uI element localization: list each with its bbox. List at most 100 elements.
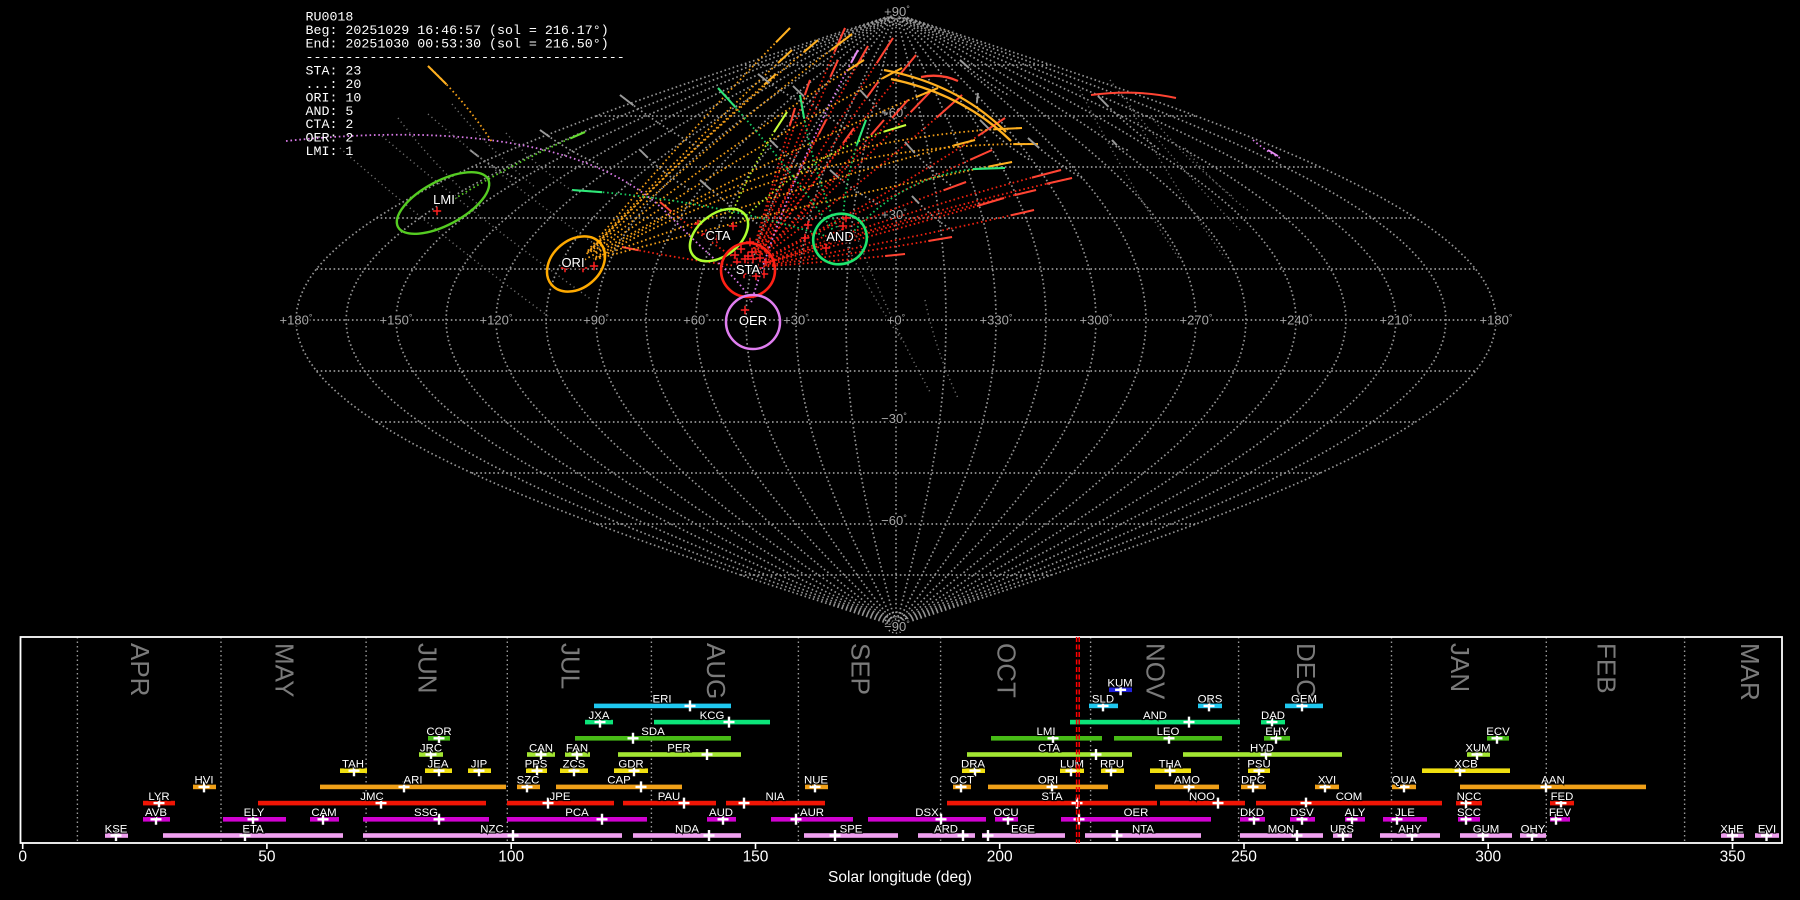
svg-text:SZC: SZC xyxy=(517,775,540,787)
svg-text:FEV: FEV xyxy=(1549,807,1572,819)
svg-text:TAH: TAH xyxy=(342,759,364,771)
svg-text:FED: FED xyxy=(1551,791,1574,803)
svg-text:JUN: JUN xyxy=(413,643,443,694)
svg-text:PCA: PCA xyxy=(565,807,589,819)
svg-text:AUG: AUG xyxy=(701,643,731,699)
svg-text:+180°: +180° xyxy=(280,313,313,328)
svg-text:SCC: SCC xyxy=(1457,807,1481,819)
svg-text:NUE: NUE xyxy=(804,775,828,787)
svg-text:AAN: AAN xyxy=(1541,775,1564,787)
svg-text:HVI: HVI xyxy=(195,775,214,787)
svg-text:DAD: DAD xyxy=(1261,710,1285,722)
svg-text:JPE: JPE xyxy=(550,791,571,803)
svg-text:200: 200 xyxy=(987,849,1013,866)
svg-text:AND: AND xyxy=(826,229,853,244)
svg-text:50: 50 xyxy=(258,849,276,866)
svg-text:APR: APR xyxy=(125,643,155,696)
svg-text:COM: COM xyxy=(1336,791,1363,803)
svg-text:PSU: PSU xyxy=(1247,759,1270,771)
svg-text:ERI: ERI xyxy=(653,694,672,706)
svg-text:OER: OER xyxy=(739,313,767,328)
svg-text:0: 0 xyxy=(18,849,27,866)
svg-text:NOO: NOO xyxy=(1189,791,1215,803)
svg-text:LUM: LUM xyxy=(1060,759,1084,771)
svg-text:JLE: JLE xyxy=(1395,807,1415,819)
svg-text:PAU: PAU xyxy=(658,791,681,803)
svg-text:CAM: CAM xyxy=(311,807,336,819)
svg-text:ALY: ALY xyxy=(1345,807,1366,819)
svg-text:ORS: ORS xyxy=(1198,694,1223,706)
svg-text:OER: OER xyxy=(1124,807,1149,819)
svg-text:150: 150 xyxy=(743,849,769,866)
svg-text:LMI: 1: LMI: 1 xyxy=(306,144,354,159)
svg-text:JEA: JEA xyxy=(428,759,449,771)
svg-text:JMC: JMC xyxy=(360,791,383,803)
svg-text:GDR: GDR xyxy=(618,759,643,771)
svg-text:XHE: XHE xyxy=(1720,823,1744,835)
svg-text:250: 250 xyxy=(1231,849,1257,866)
svg-text:Solar longitude (deg): Solar longitude (deg) xyxy=(828,869,972,886)
svg-text:350: 350 xyxy=(1720,849,1746,866)
svg-text:NZC: NZC xyxy=(480,823,503,835)
svg-text:CTA: CTA xyxy=(1038,742,1060,754)
svg-text:DPC: DPC xyxy=(1241,775,1265,787)
svg-text:JAN: JAN xyxy=(1445,643,1475,692)
svg-text:+150°: +150° xyxy=(380,313,413,328)
svg-text:OCT: OCT xyxy=(950,775,974,787)
svg-text:MAY: MAY xyxy=(270,643,300,697)
svg-text:ETA: ETA xyxy=(242,823,264,835)
svg-text:DSX: DSX xyxy=(915,807,939,819)
svg-text:SSG: SSG xyxy=(414,807,438,819)
svg-text:EHY: EHY xyxy=(1265,726,1289,738)
svg-text:THA: THA xyxy=(1159,759,1182,771)
svg-text:OCT: OCT xyxy=(992,643,1022,698)
svg-text:DSV: DSV xyxy=(1290,807,1314,819)
svg-text:DKD: DKD xyxy=(1240,807,1264,819)
svg-text:QUA: QUA xyxy=(1392,775,1417,787)
svg-text:RPU: RPU xyxy=(1100,759,1124,771)
svg-text:NOV: NOV xyxy=(1141,643,1171,700)
svg-text:SDA: SDA xyxy=(641,726,665,738)
svg-text:DEC: DEC xyxy=(1291,643,1321,698)
svg-text:LMI: LMI xyxy=(1037,726,1056,738)
svg-text:CAP: CAP xyxy=(607,775,630,787)
svg-text:XUM: XUM xyxy=(1465,742,1490,754)
svg-text:GUM: GUM xyxy=(1473,823,1500,835)
svg-text:KSE: KSE xyxy=(105,823,128,835)
svg-text:LYR: LYR xyxy=(148,791,169,803)
svg-text:OHY: OHY xyxy=(1521,823,1546,835)
svg-text:JRC: JRC xyxy=(420,742,442,754)
svg-text:PER: PER xyxy=(667,742,690,754)
svg-text:FAN: FAN xyxy=(566,742,588,754)
svg-text:AHY: AHY xyxy=(1398,823,1422,835)
svg-text:AMO: AMO xyxy=(1174,775,1200,787)
svg-text:+300°: +300° xyxy=(1080,313,1113,328)
svg-text:NCC: NCC xyxy=(1457,791,1482,803)
svg-text:PPS: PPS xyxy=(525,759,548,771)
svg-text:EVI: EVI xyxy=(1758,823,1776,835)
svg-text:KCG: KCG xyxy=(700,710,725,722)
svg-text:MON: MON xyxy=(1268,823,1295,835)
svg-text:OCU: OCU xyxy=(993,807,1018,819)
svg-text:EGE: EGE xyxy=(1011,823,1035,835)
svg-text:SEP: SEP xyxy=(846,643,876,695)
svg-text:DRA: DRA xyxy=(961,759,985,771)
svg-text:STA: STA xyxy=(1041,791,1063,803)
svg-text:ORI: ORI xyxy=(561,255,584,270)
svg-text:FEB: FEB xyxy=(1592,643,1622,694)
svg-text:URS: URS xyxy=(1330,823,1354,835)
svg-text:JIP: JIP xyxy=(471,759,487,771)
svg-text:NDA: NDA xyxy=(675,823,699,835)
svg-text:LMI: LMI xyxy=(433,192,455,207)
svg-text:NTA: NTA xyxy=(1132,823,1154,835)
svg-text:CAN: CAN xyxy=(529,742,553,754)
svg-text:SLD: SLD xyxy=(1092,694,1114,706)
svg-text:ORI: ORI xyxy=(1038,775,1058,787)
svg-text:KUM: KUM xyxy=(1107,678,1132,690)
svg-text:GEM: GEM xyxy=(1291,694,1317,706)
svg-text:NIA: NIA xyxy=(766,791,785,803)
svg-text:AVB: AVB xyxy=(145,807,167,819)
svg-text:100: 100 xyxy=(498,849,524,866)
svg-text:HYD: HYD xyxy=(1250,742,1274,754)
svg-text:JUL: JUL xyxy=(555,643,585,689)
